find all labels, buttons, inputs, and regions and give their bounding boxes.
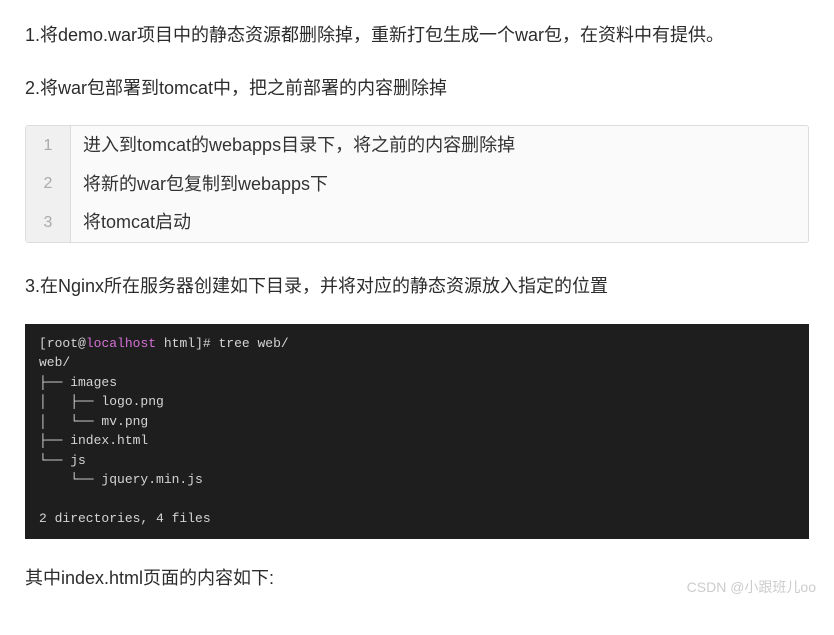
code-block: 1 进入到tomcat的webapps目录下，将之前的内容删除掉 2 将新的wa… xyxy=(25,125,809,243)
terminal-user: root xyxy=(47,336,78,351)
paragraph-2: 2.将war包部署到tomcat中，把之前部署的内容删除掉 xyxy=(25,73,809,104)
paragraph-3: 3.在Nginx所在服务器创建如下目录，并将对应的静态资源放入指定的位置 xyxy=(25,271,809,302)
line-number: 1 xyxy=(26,126,71,165)
terminal-command: tree web/ xyxy=(219,336,289,351)
line-content: 进入到tomcat的webapps目录下，将之前的内容删除掉 xyxy=(71,126,527,165)
terminal-host: localhost xyxy=(86,336,156,351)
line-content: 将tomcat启动 xyxy=(71,203,203,242)
terminal-at: @ xyxy=(78,336,86,351)
code-line: 3 将tomcat启动 xyxy=(26,203,808,242)
line-number: 2 xyxy=(26,165,71,204)
paragraph-1: 1.将demo.war项目中的静态资源都删除掉，重新打包生成一个war包，在资料… xyxy=(25,20,809,51)
code-line: 2 将新的war包复制到webapps下 xyxy=(26,165,808,204)
terminal-space xyxy=(156,336,164,351)
prompt-open: [ xyxy=(39,336,47,351)
terminal-output: [root@localhost html]# tree web/ web/ ├─… xyxy=(25,324,809,539)
terminal-tree: web/ ├── images │ ├── logo.png │ └── mv.… xyxy=(39,355,211,526)
line-number: 3 xyxy=(26,203,71,242)
code-line: 1 进入到tomcat的webapps目录下，将之前的内容删除掉 xyxy=(26,126,808,165)
watermark: CSDN @小跟班儿oo xyxy=(687,576,816,600)
terminal-path: html xyxy=(164,336,195,351)
line-content: 将新的war包复制到webapps下 xyxy=(71,165,340,204)
prompt-close: ]# xyxy=(195,336,218,351)
